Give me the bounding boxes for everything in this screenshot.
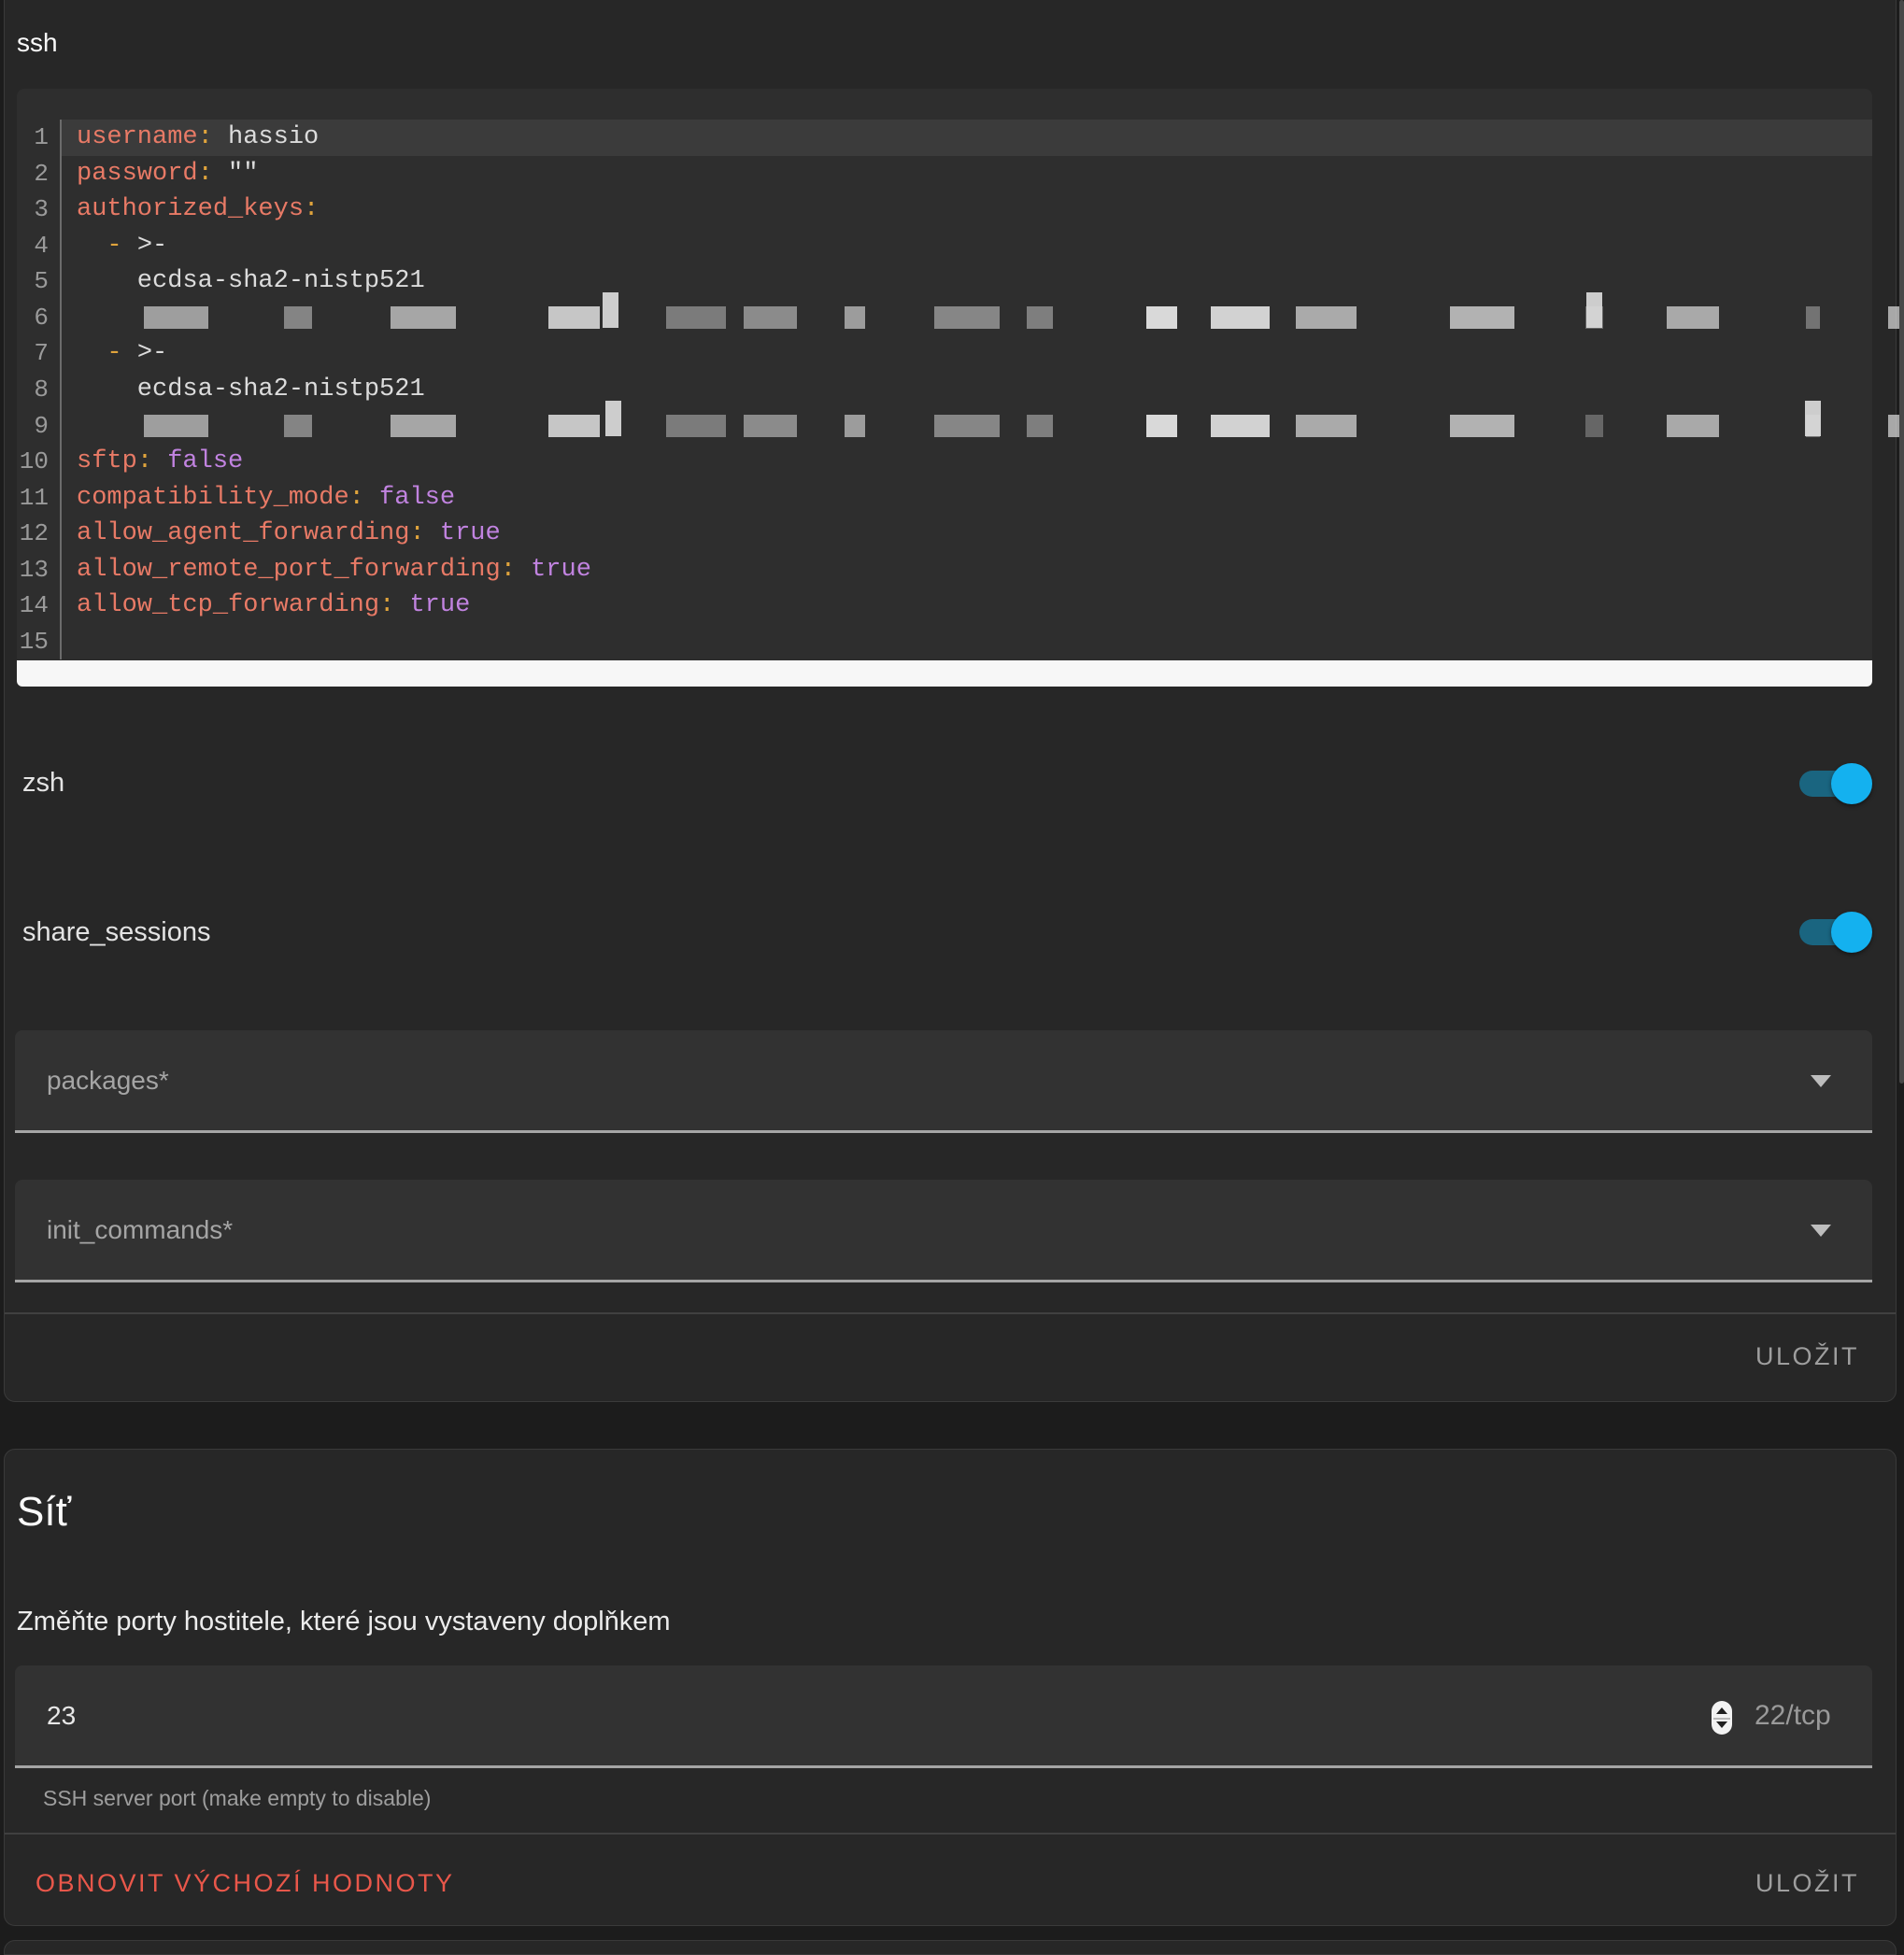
editor-line[interactable]: 4 - >- [17,228,1872,264]
editor-line[interactable]: 7 - >- [17,335,1872,372]
line-number: 10 [17,444,62,480]
editor-line-content: allow_tcp_forwarding: true [62,588,1872,624]
editor-line[interactable]: 11compatibility_mode: false [17,480,1872,517]
editor-line-content: password: "" [62,156,1872,192]
editor-line[interactable]: 3authorized_keys: [17,191,1872,228]
editor-line[interactable]: 6 [17,300,1872,336]
editor-line-content: allow_remote_port_forwarding: true [62,552,1872,588]
editor-line-content: - >- [62,228,1872,264]
editor-line[interactable]: 2password: "" [17,156,1872,192]
packages-select[interactable]: packages* [15,1030,1872,1133]
editor-line-content: allow_agent_forwarding: true [62,516,1872,552]
editor-line[interactable]: 10sftp: false [17,444,1872,480]
line-number: 13 [17,552,62,588]
port-suffix-label: 22/tcp [1755,1700,1831,1732]
packages-select-label: packages* [47,1066,169,1096]
editor-line-content: compatibility_mode: false [62,480,1872,517]
chevron-down-icon [1811,1225,1831,1237]
line-number: 4 [17,228,62,264]
editor-line-content [62,408,1872,445]
editor-line[interactable]: 13allow_remote_port_forwarding: true [17,552,1872,588]
number-stepper-icon[interactable] [1712,1701,1732,1735]
next-card-edge [4,1940,1897,1955]
init-commands-select[interactable]: init_commands* [15,1180,1872,1282]
editor-lines: 1username: hassio2password: ""3authorize… [17,89,1872,660]
editor-line[interactable]: 15 [17,624,1872,660]
port-helper-text: SSH server port (make empty to disable) [43,1786,431,1811]
toggle-thumb [1831,912,1872,953]
line-number: 1 [17,120,62,156]
line-number: 8 [17,372,62,408]
line-number: 6 [17,300,62,336]
line-number: 7 [17,335,62,372]
chevron-down-icon [1811,1075,1831,1087]
line-number: 5 [17,263,62,300]
line-number: 14 [17,588,62,624]
editor-line-content [62,300,1872,336]
editor-line-content [62,624,1872,660]
editor-line-content: ecdsa-sha2-nistp521 [62,372,1872,408]
editor-line-content: - >- [62,335,1872,372]
line-number: 2 [17,156,62,192]
redacted-key-pixels [77,408,1872,445]
share-sessions-toggle[interactable] [1799,912,1870,953]
editor-line[interactable]: 14allow_tcp_forwarding: true [17,588,1872,624]
save-button-network[interactable]: ULOŽIT [1755,1869,1859,1898]
save-button-ssh[interactable]: ULOŽIT [1755,1342,1859,1371]
redacted-key-pixels [77,300,1872,336]
line-number: 3 [17,191,62,228]
editor-line[interactable]: 1username: hassio [17,120,1872,156]
ssh-port-input[interactable] [47,1665,888,1765]
reset-defaults-button[interactable]: OBNOVIT VÝCHOZÍ HODNOTY [36,1869,455,1898]
card-footer-divider [5,1833,1896,1835]
line-number: 12 [17,516,62,552]
network-section-title: Síť [17,1489,71,1536]
share-sessions-label: share_sessions [22,917,211,948]
network-section-description: Změňte porty hostitele, které jsou vysta… [17,1607,671,1637]
editor-line-content: authorized_keys: [62,191,1872,228]
yaml-editor[interactable]: 1username: hassio2password: ""3authorize… [17,89,1872,687]
zsh-toggle[interactable] [1799,763,1870,804]
ssh-port-field[interactable]: 22/tcp [15,1665,1872,1768]
editor-line[interactable]: 9 [17,408,1872,445]
line-number: 9 [17,408,62,445]
editor-horizontal-scrollbar[interactable] [17,660,1872,687]
line-number: 15 [17,624,62,660]
editor-line[interactable]: 12allow_agent_forwarding: true [17,516,1872,552]
page-scrollbar-thumb[interactable] [1899,0,1904,1084]
editor-line-content: username: hassio [62,120,1872,156]
init-commands-select-label: init_commands* [47,1215,233,1245]
line-number: 11 [17,480,62,517]
editor-line[interactable]: 8 ecdsa-sha2-nistp521 [17,372,1872,408]
editor-line-content: sftp: false [62,444,1872,480]
ssh-option-label: ssh [17,28,58,58]
card-footer-divider [5,1312,1896,1314]
toggle-thumb [1831,763,1872,804]
zsh-label: zsh [22,768,64,799]
